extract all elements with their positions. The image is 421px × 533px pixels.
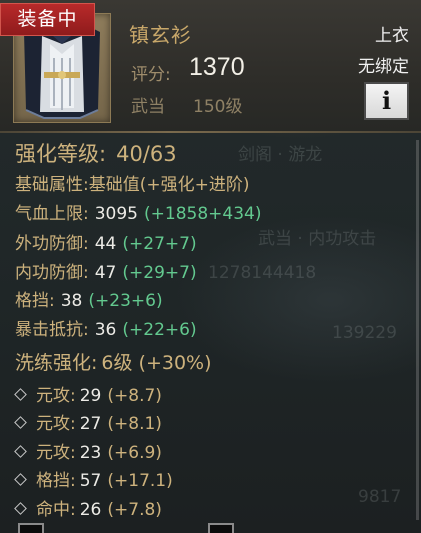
ghost-text: 武当 · 内功攻击 — [258, 229, 377, 249]
refine-item: 元攻: 29 (+8.7) — [14, 381, 162, 406]
refine-item-bonus: (+17.1) — [107, 471, 173, 491]
refine-item-bonus: (+8.7) — [107, 386, 162, 406]
stat-value: 36 — [94, 320, 117, 340]
refine-item-label: 元攻: — [36, 386, 76, 406]
header-divider — [0, 131, 421, 133]
refine-item-value: 29 — [79, 386, 102, 406]
refine-item-value: 57 — [79, 471, 102, 491]
ghost-text: 剑阁 · 游龙 — [238, 145, 323, 165]
slot-box — [208, 523, 234, 533]
diamond-bullet-icon — [14, 416, 27, 429]
base-attr-value: 基础值(+强化+进阶) — [88, 175, 250, 195]
refine-item-bonus: (+8.1) — [107, 414, 162, 434]
stat-bonus: (+22+6) — [122, 320, 197, 340]
stat-label: 气血上限: — [15, 204, 89, 224]
stat-bonus: (+23+6) — [88, 291, 163, 311]
equip-slot: 上衣 — [375, 26, 409, 46]
stat-value: 3095 — [94, 204, 138, 224]
refine-item-bonus: (+7.8) — [107, 500, 162, 520]
stat-row: 内功防御: 47 (+29+7) — [15, 258, 197, 283]
refine-item-bonus: (+6.9) — [107, 443, 162, 463]
diamond-bullet-icon — [14, 388, 27, 401]
score-label: 评分: — [131, 65, 171, 85]
stat-row: 气血上限: 3095 (+1858+434) — [15, 199, 262, 224]
refine-item: 命中: 26 (+7.8) — [14, 495, 162, 520]
refine-item-label: 格挡: — [36, 471, 76, 491]
stat-row: 外功防御: 44 (+27+7) — [15, 229, 197, 254]
stat-row: 暴击抵抗: 36 (+22+6) — [15, 315, 197, 340]
refine-item-value: 23 — [79, 443, 102, 463]
base-attr-row: 基础属性:基础值(+强化+进阶) — [15, 170, 250, 195]
ghost-text: 139229 — [332, 323, 397, 343]
level-requirement: 150级 — [193, 97, 243, 117]
info-button[interactable]: i — [364, 82, 409, 120]
stat-bonus: (+1858+434) — [144, 204, 262, 224]
stat-label: 内功防御: — [15, 263, 89, 283]
stat-row: 格挡: 38 (+23+6) — [15, 286, 163, 311]
enhancement-row: 强化等级: 40/63 — [15, 138, 177, 168]
stat-bonus: (+27+7) — [122, 234, 197, 254]
refine-item-label: 元攻: — [36, 414, 76, 434]
item-name: 镇玄衫 — [129, 23, 192, 47]
refine-item-value: 27 — [79, 414, 102, 434]
equipped-badge: 装备中 — [0, 3, 95, 36]
stat-bonus: (+29+7) — [122, 263, 197, 283]
item-tooltip-panel: 剑阁 · 游龙 武当 · 内功攻击 1278144418 139229 9817 — [0, 0, 421, 533]
refine-value: 6级 (+30%) — [101, 352, 212, 374]
item-header: 装备中 镇玄衫 评分: 1370 武当 150级 上衣 无绑定 i — [0, 0, 421, 131]
enhancement-value: 40/63 — [116, 142, 177, 166]
ghost-text: 9817 — [358, 487, 402, 507]
refine-item: 元攻: 27 (+8.1) — [14, 409, 162, 434]
stat-value: 44 — [94, 234, 117, 254]
base-attr-label: 基础属性: — [15, 175, 89, 195]
refine-item-label: 命中: — [36, 500, 76, 520]
tooltip-scrollbar[interactable] — [416, 140, 419, 520]
diamond-bullet-icon — [14, 502, 27, 515]
score-value: 1370 — [189, 53, 245, 81]
diamond-bullet-icon — [14, 445, 27, 458]
slot-box — [18, 523, 44, 533]
info-icon: i — [381, 86, 392, 115]
refine-item-label: 元攻: — [36, 443, 76, 463]
school-label: 武当 — [131, 97, 165, 117]
refine-row: 洗练强化: 6级 (+30%) — [15, 348, 212, 375]
bind-status: 无绑定 — [358, 57, 409, 77]
stat-label: 外功防御: — [15, 234, 89, 254]
refine-item: 元攻: 23 (+6.9) — [14, 438, 162, 463]
enhancement-label: 强化等级: — [15, 142, 107, 166]
stat-value: 38 — [60, 291, 83, 311]
ghost-text: 1278144418 — [208, 263, 317, 283]
refine-label: 洗练强化: — [15, 352, 98, 374]
stat-label: 暴击抵抗: — [15, 320, 89, 340]
refine-item-value: 26 — [79, 500, 102, 520]
diamond-bullet-icon — [14, 473, 27, 486]
stat-value: 47 — [94, 263, 117, 283]
refine-item: 格挡: 57 (+17.1) — [14, 466, 173, 491]
stat-label: 格挡: — [15, 291, 55, 311]
